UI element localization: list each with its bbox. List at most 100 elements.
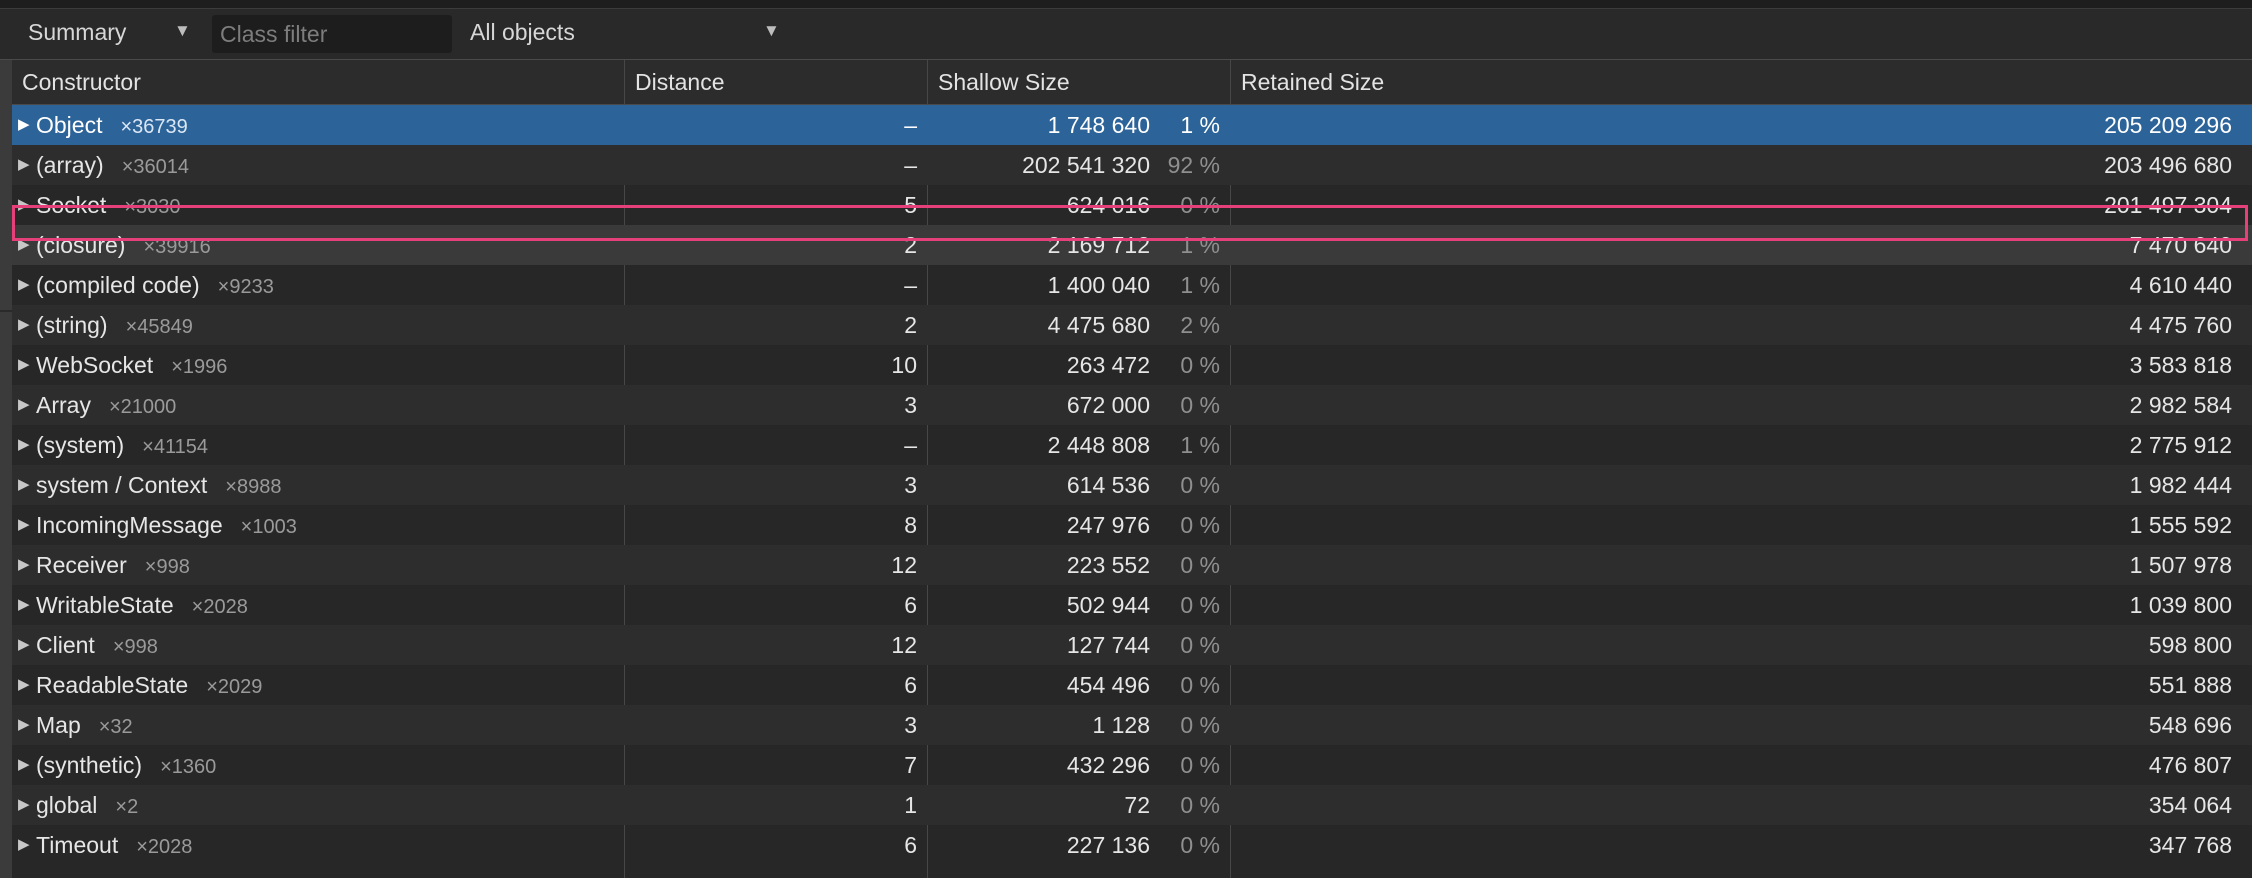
- shallow-size-value: 672 000: [1066, 392, 1150, 418]
- instance-count: ×2028: [191, 596, 248, 618]
- expand-triangle-icon[interactable]: ▶: [18, 625, 34, 665]
- table-row[interactable]: ▶Socket ×3030 5 624 016 0 % 201 497 3049: [12, 185, 2252, 225]
- retained-size-value: 1 555 592: [2129, 512, 2232, 538]
- shallow-size-cell: 614 536 0 %: [928, 465, 1230, 505]
- retained-size-cell: 1 982 444: [1231, 465, 2252, 505]
- shallow-size-percent: 1 %: [1180, 432, 1220, 458]
- expand-triangle-icon[interactable]: ▶: [18, 345, 34, 385]
- expand-triangle-icon[interactable]: ▶: [18, 545, 34, 585]
- table-row[interactable]: ▶ Receiver ×998 12 223 552 0 % 1 507 978: [12, 545, 2252, 585]
- constructor-cell: ▶ (string) ×45849: [12, 305, 624, 345]
- expand-triangle-icon[interactable]: ▶: [18, 225, 34, 265]
- retained-size-cell: 1 039 800: [1231, 585, 2252, 625]
- table-row[interactable]: ▶ IncomingMessage ×1003 8 247 976 0 % 1 555 59…: [12, 505, 2252, 545]
- retained-size-value: 1 507 978: [2129, 552, 2232, 578]
- expand-triangle-icon[interactable]: ▶: [18, 825, 34, 865]
- constructor-cell: ▶ (synthetic) ×1360: [12, 745, 624, 785]
- table-row[interactable]: ▶ (string) ×45849 2 4 475 680 2 % 4 475 760: [12, 305, 2252, 345]
- shallow-size-cell: 2 448 808 1 %: [928, 425, 1230, 465]
- table-row[interactable]: ▶ WritableState ×2028 6 502 944 0 % 1 039 800: [12, 585, 2252, 625]
- table-row[interactable]: ▶ Map ×32 3 1 128 0 % 548 696: [12, 705, 2252, 745]
- expand-triangle-icon[interactable]: ▶: [18, 705, 34, 745]
- expand-triangle-icon[interactable]: ▶: [18, 145, 34, 185]
- instance-count: ×3030: [124, 196, 181, 218]
- constructor-cell: ▶ (array) ×36014: [12, 145, 624, 185]
- shallow-size-cell: 1 128 0 %: [928, 705, 1230, 745]
- shallow-size-value: 247 976: [1066, 512, 1150, 538]
- expand-triangle-icon[interactable]: ▶: [18, 425, 34, 465]
- retained-size-value: 354 064: [2148, 792, 2232, 818]
- objects-select[interactable]: All objects: [470, 19, 575, 46]
- table-row[interactable]: ▶ ReadableState ×2029 6 454 496 0 % 551 888: [12, 665, 2252, 705]
- distance-cell: 1: [904, 792, 917, 818]
- constructor-name: Client: [36, 632, 95, 658]
- class-filter-input[interactable]: [212, 15, 452, 53]
- column-header-shallow-size[interactable]: Shallow Size: [928, 60, 1230, 104]
- grid-header: Constructor Distance Shallow Size Retain…: [12, 60, 2252, 105]
- constructor-cell: ▶ Array ×21000: [12, 385, 624, 425]
- retained-size-value: 2 775 912: [2129, 432, 2232, 458]
- expand-triangle-icon[interactable]: ▶: [18, 665, 34, 705]
- expand-triangle-icon[interactable]: ▶: [18, 305, 34, 345]
- distance-cell: 3: [904, 712, 917, 738]
- table-row[interactable]: ▶ global ×2 1 72 0 % 354 064: [12, 785, 2252, 825]
- shallow-size-value: 72: [1124, 792, 1150, 818]
- retained-size-value: 201 497 304: [2104, 192, 2232, 218]
- column-header-distance[interactable]: Distance: [625, 60, 927, 104]
- constructor-name: global: [36, 792, 98, 818]
- expand-triangle-icon[interactable]: ▶: [18, 505, 34, 545]
- table-row[interactable]: ▶ system / Context ×8988 3 614 536 0 % 1 982 4…: [12, 465, 2252, 505]
- retained-size-cell: 1 555 592: [1231, 505, 2252, 545]
- expand-triangle-icon[interactable]: ▶: [18, 385, 34, 425]
- shallow-size-cell: 624 016 0 %: [928, 185, 1230, 225]
- table-row[interactable]: ▶Object ×36739 – 1 748 640 1 % 205 209 2969: [12, 105, 2252, 145]
- expand-triangle-icon[interactable]: ▶: [18, 585, 34, 625]
- retained-size-value: 347 768: [2148, 832, 2232, 858]
- table-row[interactable]: ▶ (closure) ×39916 2 2 169 712 1 % 7 470 640: [12, 225, 2252, 265]
- chevron-down-icon[interactable]: ▼: [174, 21, 191, 41]
- expand-triangle-icon[interactable]: ▶: [18, 745, 34, 785]
- retained-size-cell: 205 209 2969: [1231, 105, 2252, 145]
- table-row[interactable]: ▶ WebSocket ×1996 10 263 472 0 % 3 583 818: [12, 345, 2252, 385]
- expand-triangle-icon[interactable]: ▶: [18, 465, 34, 505]
- retained-size-value: 548 696: [2148, 712, 2232, 738]
- table-row[interactable]: ▶ (synthetic) ×1360 7 432 296 0 % 476 807: [12, 745, 2252, 785]
- expand-triangle-icon[interactable]: ▶: [18, 105, 34, 145]
- retained-size-cell: 3 583 818: [1231, 345, 2252, 385]
- table-row[interactable]: ▶ (system) ×41154 – 2 448 808 1 % 2 775 912: [12, 425, 2252, 465]
- table-row[interactable]: ▶ Array ×21000 3 672 000 0 % 2 982 584: [12, 385, 2252, 425]
- column-header-retained-size[interactable]: Retained Size: [1231, 60, 2252, 104]
- distance-cell: –: [904, 152, 917, 178]
- table-row[interactable]: ▶ Timeout ×2028 6 227 136 0 % 347 768: [12, 825, 2252, 865]
- table-row[interactable]: ▶ (array) ×36014 – 202 541 320 92 % 203 496 68…: [12, 145, 2252, 185]
- expand-triangle-icon[interactable]: ▶: [18, 265, 34, 305]
- retained-size-cell: 476 807: [1231, 745, 2252, 785]
- distance-cell: 5: [904, 192, 917, 218]
- constructor-cell: ▶ Map ×32: [12, 705, 624, 745]
- shallow-size-value: 127 744: [1066, 632, 1150, 658]
- instance-count: ×2: [115, 796, 139, 818]
- table-row[interactable]: ▶ (compiled code) ×9233 – 1 400 040 1 % 4 610 …: [12, 265, 2252, 305]
- expand-triangle-icon[interactable]: ▶: [18, 185, 34, 225]
- shallow-size-value: 624 016: [1066, 192, 1150, 218]
- constructor-cell: ▶ IncomingMessage ×1003: [12, 505, 624, 545]
- shallow-size-cell: 223 552 0 %: [928, 545, 1230, 585]
- left-gutter: [0, 60, 12, 878]
- distance-cell: 12: [891, 552, 917, 578]
- column-header-constructor[interactable]: Constructor: [12, 60, 624, 104]
- shallow-size-value: 432 296: [1066, 752, 1150, 778]
- shallow-size-percent: 0 %: [1180, 552, 1220, 578]
- retained-size-value: 4 475 760: [2129, 312, 2232, 338]
- shallow-size-cell: 4 475 680 2 %: [928, 305, 1230, 345]
- constructor-cell: ▶ Receiver ×998: [12, 545, 624, 585]
- table-row[interactable]: ▶ Client ×998 12 127 744 0 % 598 800: [12, 625, 2252, 665]
- chevron-down-icon[interactable]: ▼: [763, 21, 780, 41]
- distance-cell: 8: [904, 512, 917, 538]
- retained-size-cell: 347 768: [1231, 825, 2252, 865]
- expand-triangle-icon[interactable]: ▶: [18, 785, 34, 825]
- distance-cell: 6: [904, 672, 917, 698]
- constructor-name: (synthetic): [36, 752, 143, 778]
- constructor-name: Timeout: [36, 832, 119, 858]
- view-select[interactable]: Summary: [28, 19, 126, 46]
- shallow-size-value: 502 944: [1066, 592, 1150, 618]
